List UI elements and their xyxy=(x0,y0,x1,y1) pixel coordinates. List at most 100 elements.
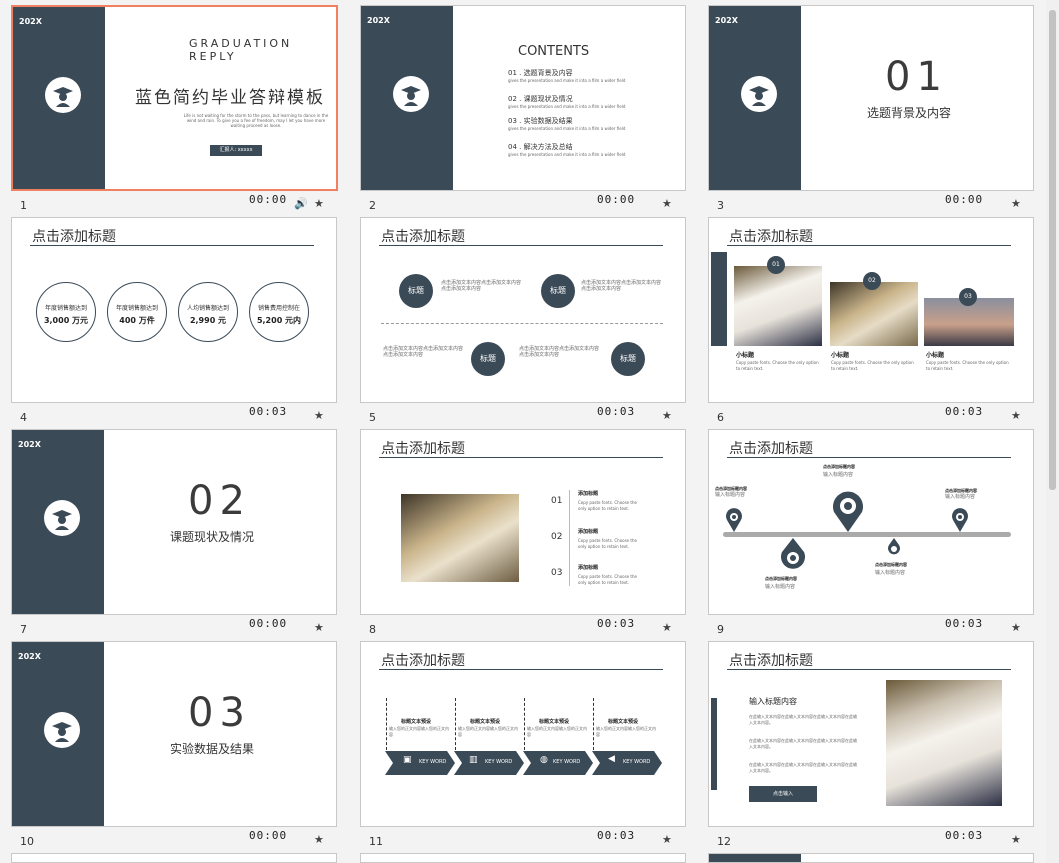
photo-desc: Copy paste fonts. Choose the only option… xyxy=(736,360,819,371)
star-icon[interactable]: ★ xyxy=(314,833,324,846)
step-body: 输入您的正文内容输入您的正文内容 xyxy=(458,726,518,737)
milestone-title: 点击添加标题内容 xyxy=(875,562,907,567)
star-icon[interactable]: ★ xyxy=(314,197,324,210)
slide-timing: 00:00 xyxy=(597,193,636,206)
graduate-icon xyxy=(393,76,429,112)
slide-thumbnail-4[interactable]: 点击添加标题 年度销售额达到 3,000 万元 年度销售额达到 400 万件 人均销… xyxy=(11,217,337,403)
photo-tag: 02 xyxy=(863,272,881,290)
slide-timing: 00:03 xyxy=(945,617,984,630)
timeline-line xyxy=(381,323,663,324)
slide-thumbnail-9[interactable]: 点击添加标题 点击添加标题内容 输入标题内容 点击添加标题内容 输入标题内容 点… xyxy=(708,429,1034,615)
slide-thumbnail-1[interactable]: 202X GRADUATION REPLY 蓝色简约毕业答辩模板 Life is… xyxy=(11,5,338,191)
title-divider xyxy=(30,245,314,246)
content-heading: 输入标题内容 xyxy=(749,697,797,706)
step-body: 输入您的正文内容输入您的正文内容 xyxy=(527,726,587,737)
title-divider xyxy=(379,457,663,458)
scrollbar-thumb[interactable] xyxy=(1049,10,1056,490)
year-tag: 202X xyxy=(367,16,390,25)
content-paragraph: 在此输入文本内容在此输入文本内容在此输入文本内容在此输入文本内容。 xyxy=(749,714,857,725)
map-pin-icon xyxy=(888,538,900,555)
photo-tag: 01 xyxy=(767,256,785,274)
photo-desc: Copy paste fonts. Choose the only option… xyxy=(926,360,1009,371)
contents-item-3: 03 . 实验数据及结果 xyxy=(508,117,573,125)
contents-item-4: 04 . 解决方法及总结 xyxy=(508,143,573,151)
slide-number: 5 xyxy=(369,411,376,424)
slide-thumbnail-5[interactable]: 点击添加标题 标题 标题 标题 标题 点击添加文本内容点击添加文本内容点击添加文… xyxy=(360,217,686,403)
mouse-icon: ◍ xyxy=(540,755,548,765)
star-icon[interactable]: ★ xyxy=(314,409,324,422)
star-icon[interactable]: ★ xyxy=(662,197,672,210)
slide-thumbnail-10[interactable]: 202X 03 实验数据及结果 xyxy=(11,641,337,827)
section-subtitle: 选题背景及内容 xyxy=(867,106,952,120)
slide-title: 点击添加标题 xyxy=(729,653,813,669)
slide-thumbnail-6[interactable]: 点击添加标题 01 02 03 小标题 Copy paste fonts. Ch… xyxy=(708,217,1034,403)
slide-thumbnail-11[interactable]: 点击添加标题 标题文本预设 输入您的正文内容输入您的正文内容 标题文本预设 输入… xyxy=(360,641,686,827)
section-number: 03 xyxy=(188,690,251,736)
slide-thumbnail-7[interactable]: 202X 02 课题现状及情况 xyxy=(11,429,337,615)
section-subtitle: 实验数据及结果 xyxy=(170,742,255,756)
slide-timing: 00:00 xyxy=(945,193,984,206)
star-icon[interactable]: ★ xyxy=(662,833,672,846)
cta-button: 点击输入 xyxy=(749,786,817,802)
list-heading: 添加标题 xyxy=(578,565,599,571)
list-number: 01 xyxy=(551,496,563,506)
placeholder-text: 点击添加文本内容点击添加文本内容点击添加文本内容 xyxy=(441,280,522,292)
star-icon[interactable]: ★ xyxy=(1011,197,1021,210)
graduate-icon xyxy=(44,712,80,748)
slide-thumbnail-3[interactable]: 202X 01 选题背景及内容 xyxy=(708,5,1034,191)
map-pin-icon xyxy=(781,538,805,569)
step-body: 输入您的正文内容输入您的正文内容 xyxy=(389,726,449,737)
list-divider xyxy=(569,490,570,586)
star-icon[interactable]: ★ xyxy=(1011,409,1021,422)
slide-number: 4 xyxy=(20,411,27,424)
slide-thumbnail-2[interactable]: 202X CONTENTS 01 . 选题背景及内容 gives the pre… xyxy=(360,5,686,191)
milestone-sub: 输入标题内容 xyxy=(875,570,906,576)
connector-line xyxy=(455,698,457,750)
slide-thumbnail-12[interactable]: 点击添加标题 输入标题内容 在此输入文本内容在此输入文本内容在此输入文本内容在此… xyxy=(708,641,1034,827)
slide-timing: 00:00 xyxy=(249,617,288,630)
graduate-icon xyxy=(44,500,80,536)
list-desc: Copy paste fonts. Choose the only option… xyxy=(578,538,637,549)
slide-thumbnail-15[interactable] xyxy=(708,853,1034,863)
slide-thumbnail-14[interactable] xyxy=(360,853,686,863)
title-divider xyxy=(379,245,663,246)
star-icon[interactable]: ★ xyxy=(662,621,672,634)
star-icon[interactable]: ★ xyxy=(314,621,324,634)
side-panel: 202X xyxy=(709,6,801,190)
slide-title: 点击添加标题 xyxy=(32,229,116,245)
slide-timing: 00:03 xyxy=(597,829,636,842)
section-number: 02 xyxy=(188,478,251,524)
slide-number: 8 xyxy=(369,623,376,636)
keyword-label: KEY WORD xyxy=(485,759,513,765)
photo-desc: Copy paste fonts. Choose the only option… xyxy=(831,360,914,371)
slide-thumbnail-13[interactable] xyxy=(11,853,337,863)
list-number: 02 xyxy=(551,532,563,542)
connector-line xyxy=(386,698,388,750)
vertical-scrollbar[interactable] xyxy=(1046,0,1059,863)
slide-title: 点击添加标题 xyxy=(381,653,465,669)
step-heading: 标题文本预设 xyxy=(470,719,501,725)
step-heading: 标题文本预设 xyxy=(608,719,639,725)
bar-chart-icon: ▥ xyxy=(469,755,478,765)
milestone-sub: 输入标题内容 xyxy=(945,494,976,500)
list-heading: 添加标题 xyxy=(578,529,599,535)
slide-thumbnail-8[interactable]: 点击添加标题 01 02 03 添加标题 Copy paste fonts. C… xyxy=(360,429,686,615)
star-icon[interactable]: ★ xyxy=(1011,621,1021,634)
year-tag: 202X xyxy=(18,440,41,449)
contents-item-2-sub: gives the presentation and make it into … xyxy=(508,104,626,109)
star-icon[interactable]: ★ xyxy=(662,409,672,422)
slide-number: 1 xyxy=(20,199,27,212)
content-paragraph: 在此输入文本内容在此输入文本内容在此输入文本内容在此输入文本内容。 xyxy=(749,762,857,773)
list-heading: 添加标题 xyxy=(578,491,599,497)
section-subtitle: 课题现状及情况 xyxy=(170,530,255,544)
speaker-icon[interactable]: 🔊 xyxy=(294,197,308,210)
star-icon[interactable]: ★ xyxy=(1011,833,1021,846)
milestone-title: 点击添加标题内容 xyxy=(765,576,797,581)
slide-title: 蓝色简约毕业答辩模板 xyxy=(135,88,325,108)
photo-caption: 小标题 xyxy=(926,352,945,359)
placeholder-text: 点击添加文本内容点击添加文本内容点击添加文本内容 xyxy=(383,346,464,358)
connector-line xyxy=(593,698,595,750)
slide-number: 11 xyxy=(369,835,383,848)
slide-number: 12 xyxy=(717,835,731,848)
student-photo xyxy=(734,266,822,346)
